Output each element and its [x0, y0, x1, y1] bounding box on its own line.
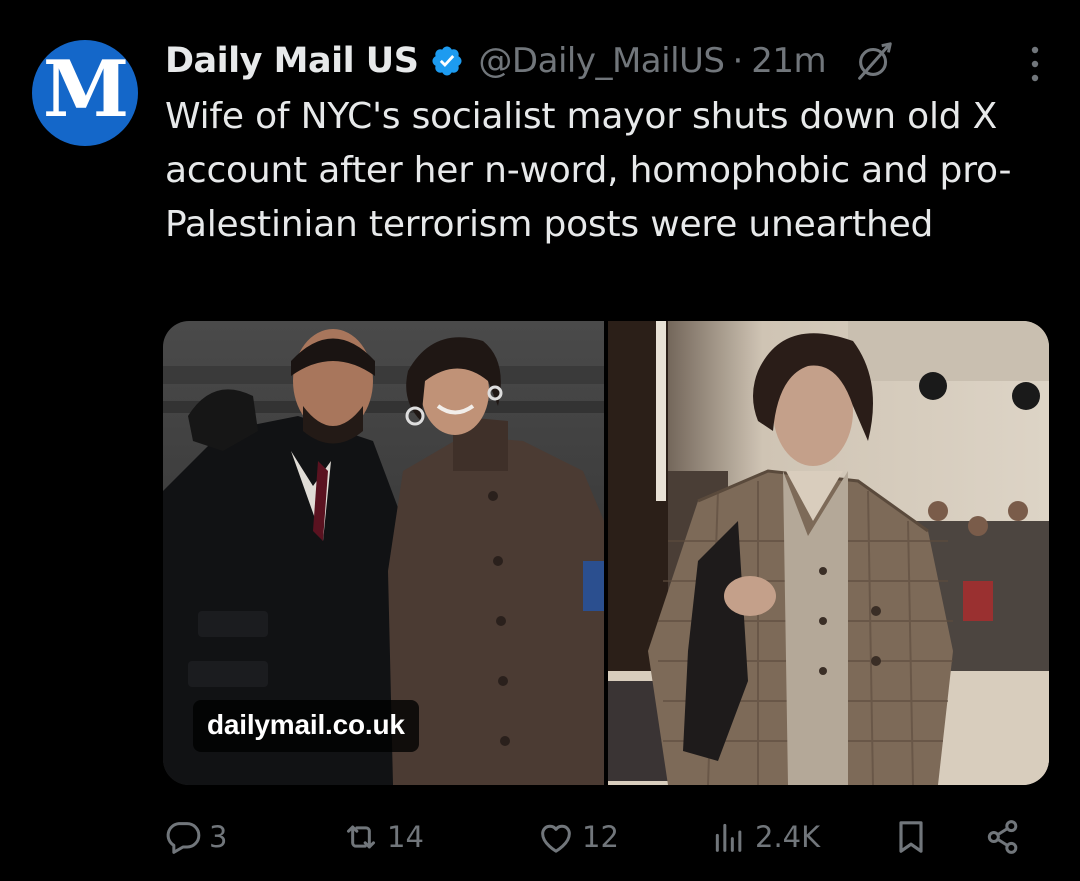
post-text: Wife of NYC's socialist mayor shuts down…: [165, 96, 1012, 245]
reply-icon: [166, 822, 201, 854]
reply-count: 3: [209, 820, 228, 854]
author-handle[interactable]: @Daily_MailUS: [478, 41, 725, 81]
avatar-logo: M: [42, 44, 129, 135]
bookmark-button[interactable]: [891, 812, 931, 862]
views-icon: [715, 823, 742, 852]
repost-count: 14: [387, 820, 424, 854]
photo-right-image: [608, 321, 1049, 785]
verified-badge-icon[interactable]: [430, 44, 464, 78]
grok-icon[interactable]: [852, 38, 898, 84]
share-icon: [987, 820, 1018, 854]
post-actions: 3 14 12 2.4K: [163, 812, 1033, 862]
share-button[interactable]: [983, 812, 1023, 862]
like-button[interactable]: 12: [536, 812, 619, 862]
like-icon: [541, 824, 571, 853]
media-photo-left[interactable]: dailymail.co.uk: [163, 321, 604, 785]
post-media[interactable]: dailymail.co.uk: [163, 321, 1049, 785]
post-time[interactable]: 21m: [751, 41, 826, 81]
author-avatar[interactable]: M: [32, 40, 138, 146]
repost-icon: [347, 825, 375, 849]
author-display-name[interactable]: Daily Mail US: [165, 41, 419, 81]
like-count: 12: [582, 820, 619, 854]
bookmark-icon: [899, 821, 923, 853]
views-button[interactable]: 2.4K: [709, 812, 820, 862]
post-header: Daily Mail US @Daily_MailUS · 21m: [165, 36, 1050, 86]
more-icon[interactable]: [1030, 44, 1040, 84]
views-count: 2.4K: [755, 820, 821, 854]
reply-button[interactable]: 3: [163, 812, 227, 862]
media-photo-right[interactable]: [608, 321, 1049, 785]
header-separator: ·: [732, 41, 744, 81]
media-link-badge[interactable]: dailymail.co.uk: [193, 700, 419, 752]
repost-button[interactable]: 14: [341, 812, 424, 862]
